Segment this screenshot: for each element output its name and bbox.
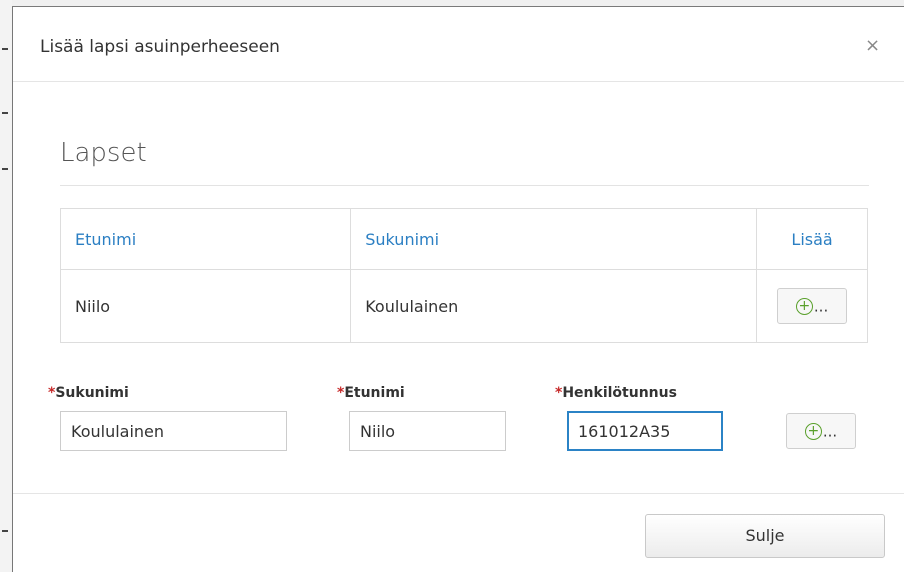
cell-add: +... bbox=[756, 269, 868, 343]
footer-divider bbox=[13, 493, 904, 494]
dialog-header: Lisää lapsi asuinperheeseen × bbox=[13, 7, 904, 82]
table-header-row: Etunimi Sukunimi Lisää bbox=[59, 208, 868, 270]
column-header-add: Lisää bbox=[756, 208, 868, 270]
column-header-lastname: Sukunimi bbox=[350, 208, 758, 270]
background-fragment bbox=[2, 112, 8, 114]
surname-input[interactable] bbox=[60, 411, 287, 451]
firstname-label-text: Etunimi bbox=[344, 385, 405, 401]
add-child-dialog: Lisää lapsi asuinperheeseen × Lapset Etu… bbox=[13, 7, 904, 572]
background-fragment bbox=[2, 48, 8, 50]
surname-label: *Sukunimi bbox=[48, 385, 129, 401]
ssn-label-text: Henkilötunnus bbox=[562, 385, 677, 401]
surname-label-text: Sukunimi bbox=[55, 385, 129, 401]
background-page-edge bbox=[0, 0, 13, 572]
ssn-label: *Henkilötunnus bbox=[555, 385, 677, 401]
close-icon[interactable]: × bbox=[865, 35, 880, 56]
row-add-button-label: ... bbox=[813, 297, 829, 316]
ssn-input[interactable] bbox=[567, 411, 723, 451]
background-fragment bbox=[2, 168, 8, 170]
firstname-input[interactable] bbox=[349, 411, 506, 451]
background-fragment bbox=[2, 530, 8, 532]
cell-lastname: Koululainen bbox=[350, 269, 758, 343]
cell-firstname: Niilo bbox=[59, 269, 352, 343]
add-child-button-label: ... bbox=[822, 422, 838, 441]
column-header-firstname: Etunimi bbox=[59, 208, 352, 270]
section-title: Lapset bbox=[60, 138, 147, 168]
plus-circle-icon: + bbox=[804, 423, 822, 440]
firstname-label: *Etunimi bbox=[337, 385, 405, 401]
close-button[interactable]: Sulje bbox=[645, 514, 885, 558]
background-top-edge bbox=[12, 0, 904, 7]
table-row: Niilo Koululainen +... bbox=[59, 269, 868, 343]
dialog-title: Lisää lapsi asuinperheeseen bbox=[40, 37, 280, 57]
row-add-button[interactable]: +... bbox=[777, 288, 848, 324]
plus-circle-icon: + bbox=[795, 298, 813, 315]
children-table: Etunimi Sukunimi Lisää Niilo Koululainen… bbox=[59, 208, 868, 343]
add-child-button[interactable]: +... bbox=[786, 413, 856, 449]
section-divider bbox=[60, 185, 869, 186]
